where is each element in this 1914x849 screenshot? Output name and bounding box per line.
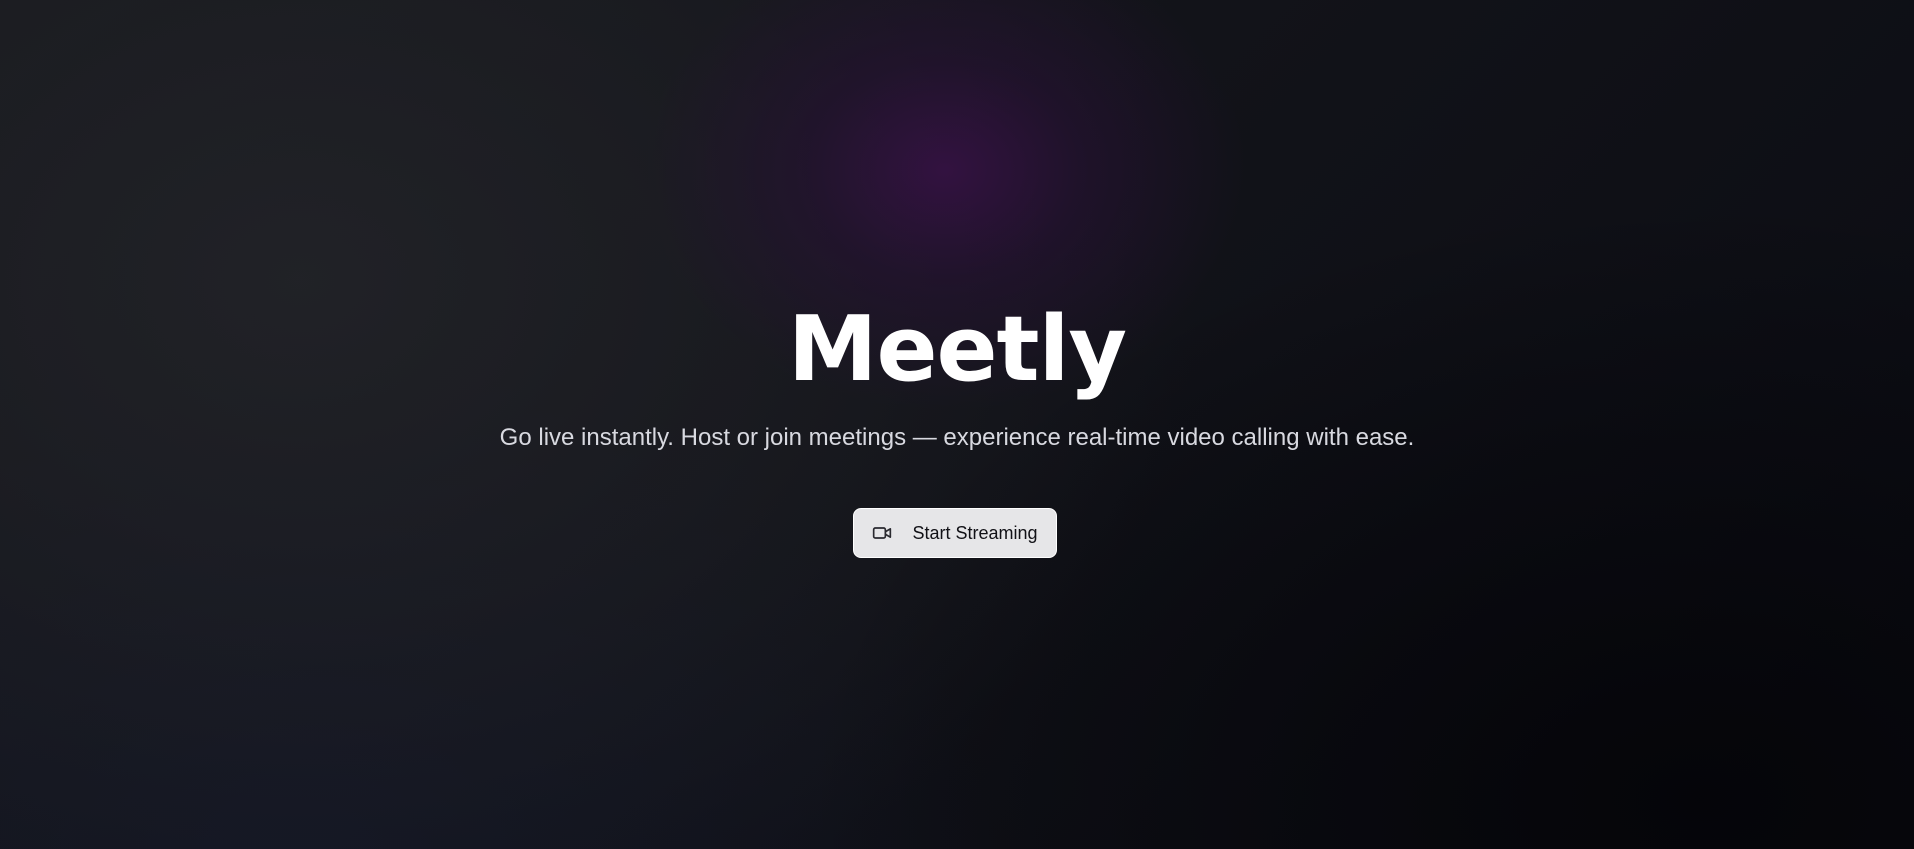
- video-camera-icon: [872, 523, 892, 543]
- app-title: Meetly: [787, 297, 1127, 402]
- start-streaming-button[interactable]: Start Streaming: [853, 508, 1057, 558]
- hero-section: Meetly Go live instantly. Host or join m…: [0, 0, 1914, 849]
- tagline: Go live instantly. Host or join meetings…: [499, 424, 1415, 451]
- start-streaming-label: Start Streaming: [912, 522, 1038, 543]
